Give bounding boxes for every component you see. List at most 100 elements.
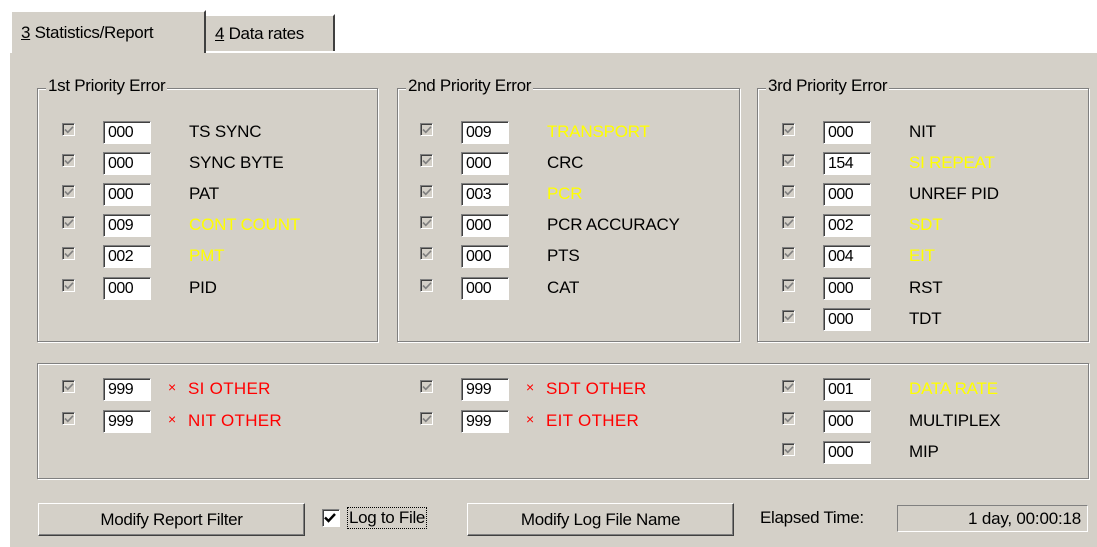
- check-icon: [784, 415, 794, 423]
- check-icon: [784, 282, 794, 290]
- enabled-checkbox[interactable]: [420, 279, 433, 292]
- check-icon: [422, 282, 432, 290]
- error-type-label: NIT: [909, 122, 936, 141]
- error-count-field[interactable]: 000: [103, 277, 151, 300]
- check-icon: [784, 126, 794, 134]
- enabled-checkbox[interactable]: [782, 247, 795, 260]
- error-count-field[interactable]: 002: [103, 245, 151, 268]
- check-icon: [422, 157, 432, 165]
- tab-data-rates[interactable]: 4 Data rates: [205, 14, 335, 51]
- enabled-checkbox[interactable]: [62, 185, 75, 198]
- enabled-checkbox[interactable]: [782, 216, 795, 229]
- tab-label: 4 Data rates: [215, 23, 305, 43]
- error-count-field[interactable]: 009: [103, 214, 151, 237]
- group-title: 3rd Priority Error: [766, 76, 890, 96]
- error-mark-icon: ×: [168, 379, 177, 395]
- enabled-checkbox[interactable]: [782, 443, 795, 456]
- modify-log-file-name-button[interactable]: Modify Log File Name: [467, 503, 734, 536]
- error-mark-icon: ×: [526, 379, 535, 395]
- check-icon: [422, 415, 432, 423]
- error-count-field[interactable]: 000: [461, 152, 509, 175]
- error-type-label: PMT: [189, 246, 225, 265]
- log-to-file-label[interactable]: Log to File: [347, 507, 428, 529]
- error-count-field[interactable]: 999: [461, 378, 509, 401]
- error-count-field[interactable]: 999: [103, 378, 151, 401]
- check-icon: [422, 383, 432, 391]
- enabled-checkbox[interactable]: [62, 123, 75, 136]
- enabled-checkbox[interactable]: [420, 380, 433, 393]
- error-count-field[interactable]: 000: [823, 441, 871, 464]
- enabled-checkbox[interactable]: [420, 154, 433, 167]
- error-count-field[interactable]: 000: [823, 277, 871, 300]
- check-icon: [784, 188, 794, 196]
- log-to-file-checkbox[interactable]: [322, 509, 340, 527]
- error-count-field[interactable]: 000: [103, 152, 151, 175]
- error-type-label: MULTIPLEX: [909, 411, 1001, 430]
- check-icon: [422, 188, 432, 196]
- check-icon: [422, 126, 432, 134]
- enabled-checkbox[interactable]: [420, 412, 433, 425]
- enabled-checkbox[interactable]: [62, 247, 75, 260]
- enabled-checkbox[interactable]: [62, 279, 75, 292]
- error-type-label: DATA RATE: [909, 379, 998, 398]
- error-count-field[interactable]: 000: [103, 183, 151, 206]
- error-count-field[interactable]: 001: [823, 378, 871, 401]
- check-icon: [64, 126, 74, 134]
- error-type-label: TDT: [909, 309, 942, 328]
- error-type-label: PTS: [547, 246, 580, 265]
- enabled-checkbox[interactable]: [782, 154, 795, 167]
- enabled-checkbox[interactable]: [62, 216, 75, 229]
- enabled-checkbox[interactable]: [782, 123, 795, 136]
- check-icon: [64, 188, 74, 196]
- error-count-field[interactable]: 009: [461, 121, 509, 144]
- error-count-field[interactable]: 000: [823, 410, 871, 433]
- check-icon: [64, 157, 74, 165]
- enabled-checkbox[interactable]: [782, 279, 795, 292]
- enabled-checkbox[interactable]: [782, 185, 795, 198]
- error-count-field[interactable]: 000: [461, 214, 509, 237]
- elapsed-time-value: 1 day, 00:00:18: [897, 505, 1088, 532]
- check-icon: [784, 219, 794, 227]
- check-icon: [64, 282, 74, 290]
- check-icon: [784, 157, 794, 165]
- enabled-checkbox[interactable]: [62, 412, 75, 425]
- enabled-checkbox[interactable]: [62, 154, 75, 167]
- enabled-checkbox[interactable]: [62, 380, 75, 393]
- check-icon: [64, 415, 74, 423]
- error-type-label: EIT OTHER: [546, 411, 640, 430]
- check-icon: [64, 219, 74, 227]
- check-icon: [422, 250, 432, 258]
- tab-statistics-report[interactable]: 3 Statistics/Report: [10, 10, 206, 53]
- error-count-field[interactable]: 000: [823, 183, 871, 206]
- error-count-field[interactable]: 004: [823, 245, 871, 268]
- error-count-field[interactable]: 002: [823, 214, 871, 237]
- error-count-field[interactable]: 154: [823, 152, 871, 175]
- error-type-label: UNREF PID: [909, 184, 999, 203]
- error-type-label: PCR: [547, 184, 583, 203]
- elapsed-time-label: Elapsed Time:: [760, 508, 864, 527]
- check-icon: [784, 383, 794, 391]
- enabled-checkbox[interactable]: [420, 247, 433, 260]
- app-window: 3 Statistics/Report 4 Data rates 1st Pri…: [0, 0, 1097, 547]
- modify-report-filter-button[interactable]: Modify Report Filter: [38, 503, 305, 536]
- enabled-checkbox[interactable]: [782, 412, 795, 425]
- enabled-checkbox[interactable]: [782, 380, 795, 393]
- error-count-field[interactable]: 000: [461, 245, 509, 268]
- error-type-label: CRC: [547, 153, 584, 172]
- error-type-label: CONT COUNT: [189, 215, 301, 234]
- error-type-label: PCR ACCURACY: [547, 215, 680, 234]
- enabled-checkbox[interactable]: [420, 185, 433, 198]
- enabled-checkbox[interactable]: [420, 123, 433, 136]
- check-icon: [784, 250, 794, 258]
- error-count-field[interactable]: 999: [103, 410, 151, 433]
- enabled-checkbox[interactable]: [420, 216, 433, 229]
- error-type-label: SI OTHER: [188, 379, 271, 398]
- error-count-field[interactable]: 003: [461, 183, 509, 206]
- error-type-label: EIT: [909, 246, 935, 265]
- error-count-field[interactable]: 000: [823, 308, 871, 331]
- error-count-field[interactable]: 999: [461, 410, 509, 433]
- error-count-field[interactable]: 000: [103, 121, 151, 144]
- enabled-checkbox[interactable]: [782, 310, 795, 323]
- error-count-field[interactable]: 000: [461, 277, 509, 300]
- error-count-field[interactable]: 000: [823, 121, 871, 144]
